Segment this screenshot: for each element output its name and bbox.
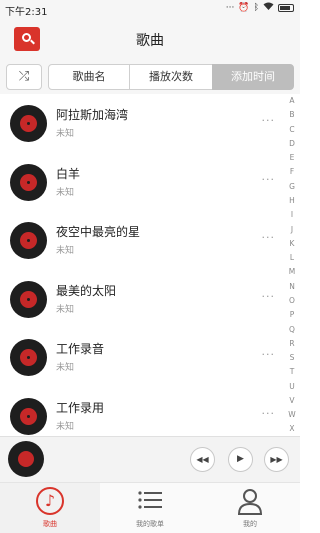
more-options-button[interactable]: ··· (262, 173, 276, 186)
alarm-icon: ⏰ (238, 2, 250, 13)
song-title: 工作录用 (56, 400, 105, 415)
index-letter[interactable]: C (289, 126, 294, 134)
index-letter[interactable]: F (290, 168, 294, 176)
nav-label: 我的 (243, 520, 257, 528)
nav-my-playlists[interactable]: 我的歌单 (100, 483, 200, 533)
index-letter[interactable]: S (290, 354, 295, 362)
wifi-icon (263, 2, 274, 13)
bluetooth-icon: ᛒ (253, 2, 259, 13)
song-artist: 未知 (56, 363, 75, 373)
song-item[interactable]: 最美的太阳 未知 ··· (0, 270, 285, 329)
index-letter[interactable]: I (291, 211, 293, 219)
vinyl-disc-icon (10, 280, 47, 318)
song-artist: 未知 (56, 304, 75, 315)
shuffle-icon: ⤮ (18, 69, 30, 84)
song-artist: 未知 (56, 187, 75, 198)
play-button[interactable]: ▶ (228, 447, 253, 472)
song-artist: 未知 (56, 246, 75, 256)
more-options-button[interactable]: ··· (262, 290, 276, 303)
index-letter[interactable]: D (289, 140, 295, 148)
index-letter[interactable]: E (290, 154, 295, 162)
index-letter[interactable]: W (288, 411, 295, 419)
song-item[interactable]: 白羊 未知 ··· (0, 153, 285, 212)
index-letter[interactable]: U (289, 383, 295, 391)
playlist-icon (136, 487, 164, 515)
more-options-button[interactable]: ··· (262, 114, 276, 127)
title-bar: 歌曲 (0, 18, 300, 60)
song-title: 白羊 (56, 166, 81, 181)
sort-bar: ⤮ 歌曲名 播放次数 添加时间 (0, 60, 300, 94)
bottom-nav: ♪ 歌曲 我的歌单 我的 (0, 482, 300, 533)
alphabet-index[interactable]: A B C D E F G H I J K L M N O P Q R S T … (284, 94, 300, 436)
battery-icon (278, 3, 294, 12)
dots-icon: ··· (225, 2, 235, 13)
nav-me[interactable]: 我的 (200, 483, 300, 533)
song-title: 最美的太阳 (56, 283, 117, 298)
next-button[interactable]: ▶▶ (264, 447, 289, 472)
sort-tab-date-added[interactable]: 添加时间 (212, 64, 294, 90)
status-icons: ··· ⏰ ᛒ (226, 2, 294, 13)
index-letter[interactable]: L (290, 254, 294, 262)
sort-tab-play-count[interactable]: 播放次数 (129, 64, 213, 90)
index-letter[interactable]: B (289, 111, 294, 119)
index-letter[interactable]: J (291, 226, 293, 234)
more-options-button[interactable]: ··· (262, 348, 276, 361)
vinyl-disc-icon (10, 163, 47, 201)
nav-songs[interactable]: ♪ 歌曲 (0, 483, 100, 533)
song-item[interactable]: 夜空中最亮的星 未知 ··· (0, 211, 285, 270)
now-playing-disc-icon[interactable] (8, 441, 44, 477)
index-letter[interactable]: M (289, 268, 295, 276)
index-letter[interactable]: K (290, 240, 295, 248)
song-item[interactable]: 工作录音 未知 ··· (0, 328, 285, 387)
song-list: 阿拉斯加海湾 未知 ··· 白羊 未知 ··· 夜空中最亮的星 未知 ··· 最… (0, 94, 285, 436)
music-note-icon: ♪ (36, 487, 64, 515)
song-title: 夜空中最亮的星 (56, 225, 141, 239)
previous-button[interactable]: ◀◀ (190, 447, 215, 472)
index-letter[interactable]: N (289, 283, 295, 291)
vinyl-disc-icon (10, 397, 47, 435)
index-letter[interactable]: T (290, 368, 295, 376)
index-letter[interactable]: A (289, 97, 294, 105)
index-letter[interactable]: P (290, 311, 295, 319)
sort-tab-name[interactable]: 歌曲名 (48, 64, 130, 90)
song-title: 工作录音 (56, 342, 105, 356)
song-item[interactable]: 阿拉斯加海湾 未知 ··· (0, 94, 285, 153)
shuffle-button[interactable]: ⤮ (6, 64, 42, 90)
more-options-button[interactable]: ··· (262, 407, 276, 420)
song-item[interactable]: 工作录用 未知 ··· (0, 387, 285, 437)
nav-label: 歌曲 (43, 520, 57, 528)
index-letter[interactable]: Q (289, 325, 295, 334)
page-title: 歌曲 (136, 33, 164, 49)
more-options-button[interactable]: ··· (262, 231, 276, 244)
vinyl-disc-icon (10, 105, 47, 142)
song-artist: 未知 (56, 129, 75, 139)
index-letter[interactable]: H (289, 197, 295, 205)
status-time: 下午2:31 (5, 7, 48, 18)
vinyl-disc-icon (10, 222, 47, 259)
index-letter[interactable]: G (289, 183, 295, 191)
mini-player: ◀◀ ▶ ▶▶ (0, 436, 300, 482)
song-artist: 未知 (56, 421, 75, 432)
index-letter[interactable]: X (289, 425, 294, 433)
nav-label: 我的歌单 (136, 520, 164, 528)
status-bar: 下午2:31 ··· ⏰ ᛒ (0, 0, 300, 18)
vinyl-disc-icon (10, 339, 47, 376)
index-letter[interactable]: R (289, 340, 294, 348)
index-letter[interactable]: O (289, 297, 295, 305)
index-letter[interactable]: V (289, 397, 294, 405)
user-icon (236, 487, 264, 515)
song-title: 阿拉斯加海湾 (56, 108, 129, 122)
